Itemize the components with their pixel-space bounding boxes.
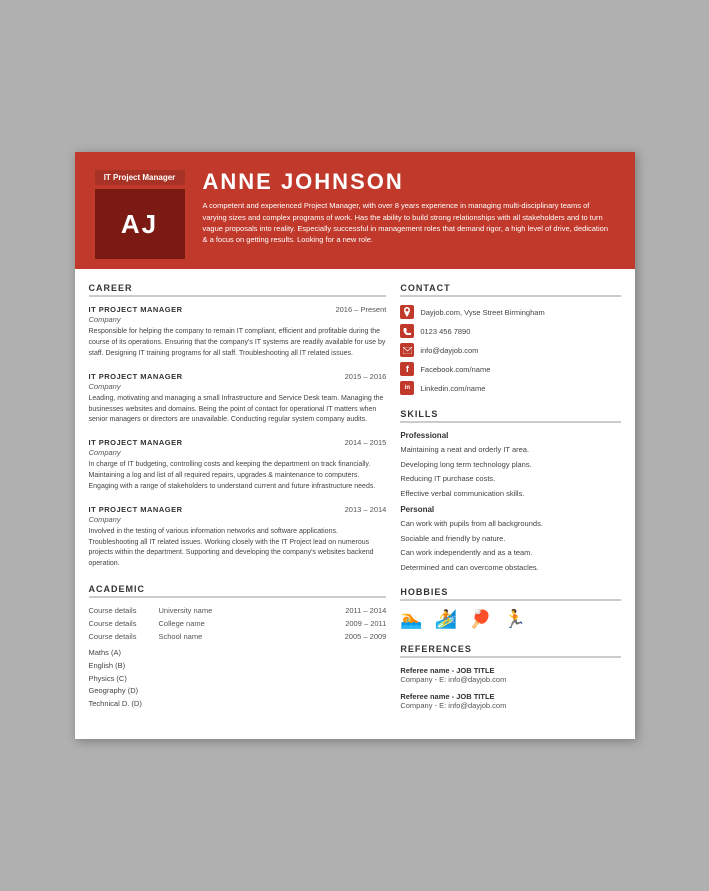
career-desc-4: Involved in the testing of various infor… [89,527,387,570]
hobby-swim-icon: 🏊 [400,609,422,630]
hobbies-icons: 🏊 🏄 🏓 🏃 [400,609,620,630]
skill-per-2: Sociable and friendly by nature. [400,534,620,545]
phone-icon [400,324,414,338]
career-job-1: IT PROJECT MANAGER [89,305,183,314]
career-job-3: IT PROJECT MANAGER [89,438,183,447]
facebook-icon: f [400,362,414,376]
reference-1: Referee name - JOB TITLE Company - E: in… [400,666,620,684]
right-column: CONTACT Dayjob.com, Vyse Street Birmingh… [400,283,620,725]
skill-pro-2: Developing long term technology plans. [400,460,620,471]
career-section: CAREER IT PROJECT MANAGER 2016 – Present… [89,283,387,570]
references-section: REFERENCES Referee name - JOB TITLE Comp… [400,644,620,710]
skills-personal-label: Personal [400,505,620,514]
academic-row-3: Course details School name 2005 – 2009 [89,632,387,641]
skill-per-4: Determined and can overcome obstacles. [400,563,620,574]
job-title-badge: IT Project Manager [95,170,185,185]
skill-pro-1: Maintaining a neat and orderly IT area. [400,445,620,456]
email-icon [400,343,414,357]
contact-item-facebook: f Facebook.com/name [400,362,620,376]
contact-item-address: Dayjob.com, Vyse Street Birmingham [400,305,620,319]
skill-per-3: Can work independently and as a team. [400,548,620,559]
career-company-2: Company [89,382,387,391]
career-company-4: Company [89,515,387,524]
ref-detail-2: Company - E: info@dayjob.com [400,701,620,710]
reference-2: Referee name - JOB TITLE Company - E: in… [400,692,620,710]
academic-section: ACADEMIC Course details University name … [89,584,387,711]
contact-section: CONTACT Dayjob.com, Vyse Street Birmingh… [400,283,620,395]
contact-title: CONTACT [400,283,620,297]
career-desc-3: In charge of IT budgeting, controlling c… [89,460,387,493]
avatar-section: IT Project Manager AJ [95,170,185,259]
career-desc-2: Leading, motivating and managing a small… [89,394,387,427]
contact-item-email: info@dayjob.com [400,343,620,357]
resume-body: CAREER IT PROJECT MANAGER 2016 – Present… [75,269,635,739]
candidate-name: ANNE JOHNSON [203,170,615,194]
ref-name-1: Referee name - JOB TITLE [400,666,620,675]
career-dates-2: 2015 – 2016 [345,372,387,381]
linkedin-icon: in [400,381,414,395]
ref-name-2: Referee name - JOB TITLE [400,692,620,701]
resume-header: IT Project Manager AJ ANNE JOHNSON A com… [75,152,635,269]
location-icon [400,305,414,319]
career-company-1: Company [89,315,387,324]
skills-section: SKILLS Professional Maintaining a neat a… [400,409,620,573]
career-dates-1: 2016 – Present [335,305,386,314]
hobby-pingpong-icon: 🏓 [469,609,491,630]
contact-item-phone: 0123 456 7890 [400,324,620,338]
career-desc-1: Responsible for helping the company to r… [89,327,387,360]
career-entry-2: IT PROJECT MANAGER 2015 – 2016 Company L… [89,372,387,427]
references-title: REFERENCES [400,644,620,658]
hobbies-section: HOBBIES 🏊 🏄 🏓 🏃 [400,587,620,630]
career-entry-3: IT PROJECT MANAGER 2014 – 2015 Company I… [89,438,387,493]
career-job-2: IT PROJECT MANAGER [89,372,183,381]
hobbies-title: HOBBIES [400,587,620,601]
left-column: CAREER IT PROJECT MANAGER 2016 – Present… [89,283,387,725]
skill-per-1: Can work with pupils from all background… [400,519,620,530]
career-title: CAREER [89,283,387,297]
hobby-surf-icon: 🏄 [435,609,457,630]
career-job-4: IT PROJECT MANAGER [89,505,183,514]
contact-item-linkedin: in Linkedin.com/name [400,381,620,395]
career-dates-4: 2013 – 2014 [345,505,387,514]
academic-title: ACADEMIC [89,584,387,598]
skill-pro-4: Effective verbal communication skills. [400,489,620,500]
resume-page: IT Project Manager AJ ANNE JOHNSON A com… [75,152,635,739]
avatar: AJ [95,189,185,259]
ref-detail-1: Company - E: info@dayjob.com [400,675,620,684]
academic-row-1: Course details University name 2011 – 20… [89,606,387,615]
candidate-summary: A competent and experienced Project Mana… [203,200,615,245]
academic-row-2: Course details College name 2009 – 2011 [89,619,387,628]
skills-title: SKILLS [400,409,620,423]
skills-professional-label: Professional [400,431,620,440]
career-dates-3: 2014 – 2015 [345,438,387,447]
career-entry-4: IT PROJECT MANAGER 2013 – 2014 Company I… [89,505,387,570]
career-entry-1: IT PROJECT MANAGER 2016 – Present Compan… [89,305,387,360]
career-company-3: Company [89,448,387,457]
skill-pro-3: Reducing IT purchase costs. [400,474,620,485]
academic-subjects: Maths (A) English (B) Physics (C) Geogra… [89,647,387,711]
hobby-run-icon: 🏃 [504,609,526,630]
